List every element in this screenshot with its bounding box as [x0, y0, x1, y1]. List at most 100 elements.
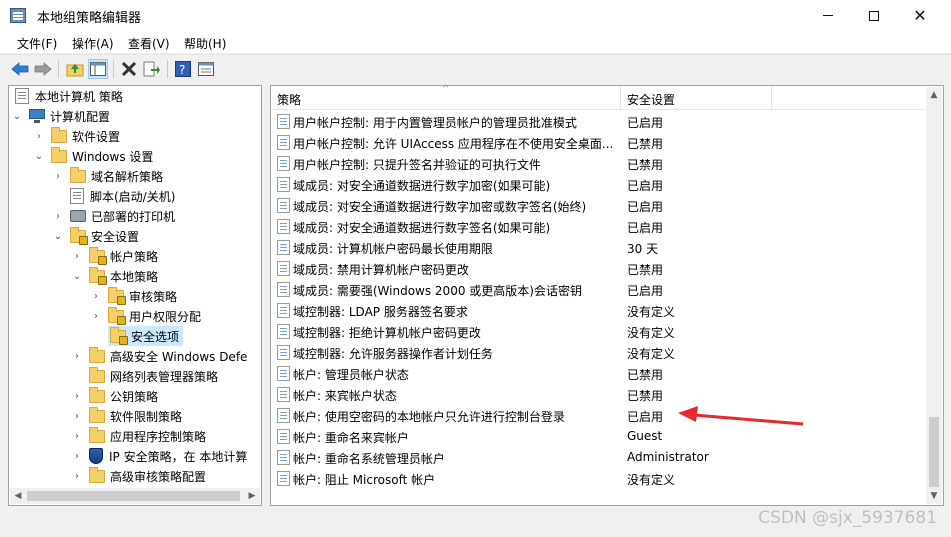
forward-arrow-icon[interactable] — [33, 59, 53, 79]
close-button[interactable]: ✕ — [897, 0, 943, 31]
column-divider[interactable] — [620, 86, 621, 110]
chevron-right-icon[interactable]: › — [90, 286, 102, 306]
tree-item-label: 公钥策略 — [110, 389, 159, 404]
tree-item-windows-defender-firewall[interactable]: › 高级安全 Windows Defe — [71, 346, 247, 366]
chevron-right-icon[interactable]: › — [90, 306, 102, 326]
policy-row[interactable]: 域控制器: 拒绝计算机帐户密码更改 没有定义 — [271, 321, 926, 342]
delete-icon[interactable] — [119, 59, 139, 79]
tree-item-user-rights-assignment[interactable]: › 用户权限分配 — [90, 306, 201, 326]
policy-row[interactable]: 域控制器: 允许服务器操作者计划任务 没有定义 — [271, 342, 926, 363]
policy-row[interactable]: 域成员: 禁用计算机帐户密码更改 已禁用 — [271, 258, 926, 279]
policy-row[interactable]: 域成员: 对安全通道数据进行数字加密(如果可能) 已启用 — [271, 174, 926, 195]
tree-item-public-key-policies[interactable]: › 公钥策略 — [71, 386, 158, 406]
chevron-right-icon[interactable]: › — [71, 406, 83, 426]
tree-item-app-control-policies[interactable]: › 应用程序控制策略 — [71, 426, 206, 446]
maximize-icon — [869, 10, 879, 21]
policy-row[interactable]: 帐户: 来宾帐户状态 已禁用 — [271, 384, 926, 405]
scroll-up-icon[interactable]: ▲ — [926, 87, 942, 103]
policy-row[interactable]: 用户帐户控制: 只提升签名并验证的可执行文件 已禁用 — [271, 153, 926, 174]
tree-item-name-resolution-policy[interactable]: › 域名解析策略 — [52, 166, 163, 186]
help-icon[interactable]: ? — [173, 59, 193, 79]
export-icon[interactable] — [142, 59, 162, 79]
tree-item-advanced-audit-policy[interactable]: › 高级审核策略配置 — [71, 466, 206, 486]
tree-item-windows-settings[interactable]: ⌄ Windows 设置 — [33, 146, 153, 166]
chevron-right-icon[interactable]: › — [33, 126, 45, 146]
back-arrow-icon[interactable] — [10, 59, 30, 79]
chevron-down-icon[interactable]: ⌄ — [11, 106, 23, 126]
policy-name: 用户帐户控制: 只提升签名并验证的可执行文件 — [293, 158, 541, 172]
policy-row[interactable]: 帐户: 使用空密码的本地帐户只允许进行控制台登录 已启用 — [271, 405, 926, 426]
chevron-down-icon[interactable]: ⌄ — [71, 266, 83, 286]
policy-vertical-scrollbar[interactable]: ▲ ▼ — [926, 87, 942, 504]
chevron-right-icon[interactable]: › — [71, 466, 83, 486]
menu-view[interactable]: 查看(V) — [128, 35, 170, 52]
maximize-button[interactable] — [851, 0, 897, 31]
security-folder-icon — [89, 266, 107, 285]
column-divider[interactable] — [771, 86, 772, 110]
chevron-right-icon[interactable]: › — [71, 446, 83, 466]
policy-row[interactable]: 域控制器: LDAP 服务器签名要求 没有定义 — [271, 300, 926, 321]
tree-item-label: 本地策略 — [110, 269, 159, 284]
policy-name: 帐户: 使用空密码的本地帐户只允许进行控制台登录 — [293, 410, 565, 424]
tree-item-security-settings[interactable]: ⌄ 安全设置 — [52, 226, 139, 246]
chevron-right-icon[interactable]: › — [71, 246, 83, 266]
scroll-right-icon[interactable]: ▶ — [244, 488, 260, 504]
properties-icon[interactable] — [196, 59, 216, 79]
policy-row[interactable]: 域成员: 计算机帐户密码最长使用期限 30 天 — [271, 237, 926, 258]
policy-row[interactable]: 域成员: 对安全通道数据进行数字签名(如果可能) 已启用 — [271, 216, 926, 237]
policy-name: 用户帐户控制: 用于内置管理员帐户的管理员批准模式 — [293, 116, 577, 130]
chevron-right-icon[interactable]: › — [52, 206, 64, 226]
minimize-button[interactable] — [805, 0, 851, 31]
tree-item-ip-security-policies[interactable]: › IP 安全策略，在 本地计算 — [71, 446, 247, 466]
policy-row[interactable]: 帐户: 阻止 Microsoft 帐户 没有定义 — [271, 468, 926, 489]
folder-icon — [70, 166, 86, 183]
tree-item-computer-config[interactable]: ⌄ 计算机配置 — [11, 106, 110, 126]
chevron-right-icon[interactable]: › — [71, 426, 83, 446]
scroll-thumb[interactable] — [929, 417, 939, 487]
policy-value: 已启用 — [627, 284, 664, 298]
tree-item-security-options[interactable]: 安全选项 — [90, 326, 184, 346]
up-folder-icon[interactable] — [65, 59, 85, 79]
policy-value: 已禁用 — [627, 137, 664, 151]
policy-setting-icon — [277, 450, 290, 465]
tree-item-software-restriction[interactable]: › 软件限制策略 — [71, 406, 182, 426]
policy-row[interactable]: 域成员: 需要强(Windows 2000 或更高版本)会话密钥 已启用 — [271, 279, 926, 300]
scroll-left-icon[interactable]: ◀ — [10, 488, 26, 504]
tree-item-scripts[interactable]: 脚本(启动/关机) — [52, 186, 175, 206]
policy-row[interactable]: 帐户: 管理员帐户状态 已禁用 — [271, 363, 926, 384]
policy-list-pane[interactable]: ^ 策略 安全设置 用户帐户控制: 用于内置管理员帐户的管理员批准模式 已启用 用户… — [270, 84, 944, 506]
policy-name: 域成员: 对安全通道数据进行数字加密或数字签名(始终) — [293, 200, 587, 214]
tree-item-local-policies[interactable]: ⌄ 本地策略 — [71, 266, 158, 286]
chevron-right-icon[interactable]: › — [52, 166, 64, 186]
policy-value: 已启用 — [627, 410, 664, 424]
menu-help[interactable]: 帮助(H) — [184, 35, 226, 52]
policy-row[interactable]: 帐户: 重命名系统管理员帐户 Administrator — [271, 447, 926, 468]
chevron-right-icon[interactable]: › — [71, 346, 83, 366]
show-tree-icon[interactable] — [88, 59, 108, 79]
console-tree[interactable]: 本地计算机 策略 ⌄ 计算机配置 › 软件设置 ⌄ Windows 设置 › 域… — [8, 85, 262, 506]
policy-row[interactable]: 用户帐户控制: 用于内置管理员帐户的管理员批准模式 已启用 — [271, 111, 926, 132]
policy-row[interactable]: 域成员: 对安全通道数据进行数字加密或数字签名(始终) 已启用 — [271, 195, 926, 216]
computer-icon — [29, 109, 45, 123]
policy-value: 已启用 — [627, 116, 664, 130]
column-header-security-setting[interactable]: 安全设置 — [627, 91, 675, 108]
menu-file[interactable]: 文件(F) — [17, 35, 57, 52]
toolbar: ? — [0, 54, 951, 82]
policy-row[interactable]: 用户帐户控制: 允许 UIAccess 应用程序在不使用安全桌面... 已禁用 — [271, 132, 926, 153]
menu-action[interactable]: 操作(A) — [72, 35, 114, 52]
scroll-down-icon[interactable]: ▼ — [926, 488, 942, 504]
tree-item-label: 网络列表管理器策略 — [110, 369, 219, 384]
chevron-down-icon[interactable]: ⌄ — [33, 146, 45, 166]
chevron-down-icon[interactable]: ⌄ — [52, 226, 64, 246]
tree-item-software-settings[interactable]: › 软件设置 — [33, 126, 120, 146]
tree-item-network-list-manager[interactable]: 网络列表管理器策略 — [71, 366, 218, 386]
scroll-thumb[interactable] — [27, 491, 240, 501]
policy-row[interactable]: 帐户: 重命名来宾帐户 Guest — [271, 426, 926, 447]
tree-item-local-computer-policy[interactable]: 本地计算机 策略 — [11, 86, 123, 106]
tree-horizontal-scrollbar[interactable]: ◀ ▶ — [10, 488, 260, 504]
tree-item-account-policies[interactable]: › 帐户策略 — [71, 246, 158, 266]
tree-item-audit-policy[interactable]: › 审核策略 — [90, 286, 177, 306]
tree-item-deployed-printers[interactable]: › 已部署的打印机 — [52, 206, 175, 226]
chevron-right-icon[interactable]: › — [71, 386, 83, 406]
column-header-policy[interactable]: 策略 — [277, 91, 301, 108]
